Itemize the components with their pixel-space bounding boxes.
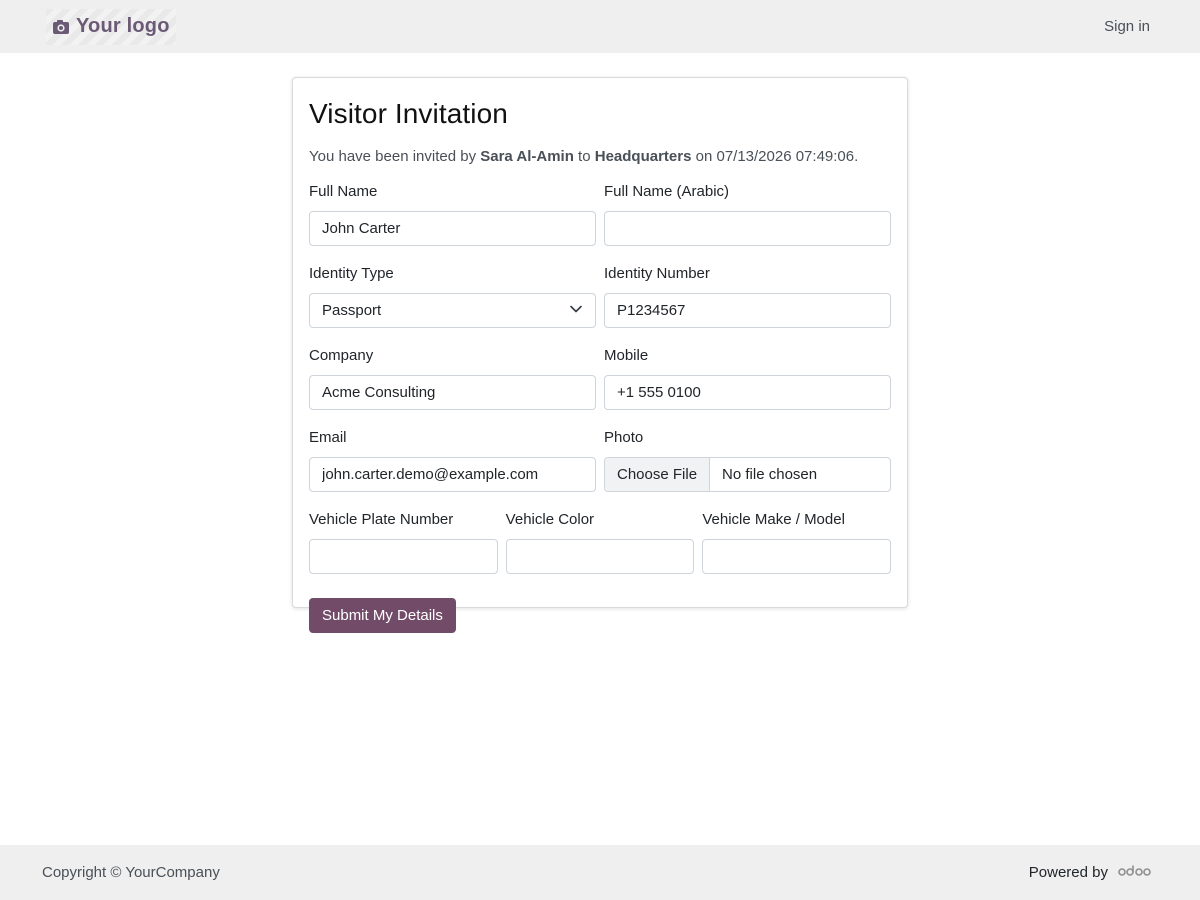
photo-label: Photo (604, 429, 644, 446)
identity-type-value: Passport (322, 302, 382, 319)
file-status: No file chosen (722, 466, 818, 483)
mobile-label: Mobile (604, 347, 649, 364)
company-label: Company (309, 347, 374, 364)
sign-in-link[interactable]: Sign in (1104, 18, 1150, 35)
chevron-down-icon (569, 302, 583, 320)
form-row-identity: Identity Type Passport Identity Number (309, 265, 891, 328)
logo-text: Your logo (76, 15, 170, 37)
vehicle-plate-group: Vehicle Plate Number (309, 511, 498, 574)
full-name-arabic-group: Full Name (Arabic) (604, 183, 891, 246)
invitation-intro: You have been invited by Sara Al-Amin to… (309, 148, 891, 165)
copyright-text: Copyright © YourCompany (42, 864, 220, 881)
photo-file-input[interactable]: Choose File No file chosen (604, 457, 891, 492)
identity-number-group: Identity Number (604, 265, 891, 328)
email-label: Email (309, 429, 347, 446)
full-name-arabic-input[interactable] (604, 211, 891, 246)
identity-number-label: Identity Number (604, 265, 710, 282)
photo-group: Photo Choose File No file chosen (604, 429, 891, 492)
email-input[interactable] (309, 457, 596, 492)
vehicle-plate-label: Vehicle Plate Number (309, 511, 454, 528)
full-name-group: Full Name (309, 183, 596, 246)
identity-type-select[interactable]: Passport (309, 293, 596, 328)
vehicle-plate-input[interactable] (309, 539, 498, 574)
form-row-contact: Company Mobile (309, 347, 891, 410)
identity-type-group: Identity Type Passport (309, 265, 596, 328)
email-group: Email (309, 429, 596, 492)
intro-suffix: on 07/13/2026 07:49:06. (691, 148, 859, 165)
inviter-name: Sara Al-Amin (480, 148, 574, 165)
top-navbar: Your logo Sign in (0, 0, 1200, 53)
visitor-invitation-card: Visitor Invitation You have been invited… (292, 77, 908, 633)
odoo-logo[interactable] (1118, 864, 1152, 882)
company-input[interactable] (309, 375, 596, 410)
vehicle-color-label: Vehicle Color (505, 511, 595, 528)
form-row-email-photo: Email Photo Choose File No file chosen (309, 429, 891, 492)
company-group: Company (309, 347, 596, 410)
vehicle-color-input[interactable] (505, 539, 695, 574)
form-row-names: Full Name Full Name (Arabic) (309, 183, 891, 246)
brand-logo[interactable]: Your logo (46, 8, 176, 45)
intro-prefix: You have been invited by (309, 148, 481, 165)
full-name-input[interactable] (309, 211, 596, 246)
vehicle-make-input[interactable] (702, 539, 892, 574)
footer: Copyright © YourCompany Powered by (0, 845, 1200, 900)
choose-file-button[interactable]: Choose File (605, 458, 711, 491)
full-name-label: Full Name (309, 183, 378, 200)
full-name-arabic-label: Full Name (Arabic) (604, 183, 730, 200)
page-title: Visitor Invitation (309, 98, 508, 129)
intro-mid: to (573, 148, 595, 165)
vehicle-make-group: Vehicle Make / Model (702, 511, 892, 574)
powered-by-label: Powered by (1028, 864, 1108, 881)
identity-number-input[interactable] (604, 293, 891, 328)
submit-details-button[interactable]: Submit My Details (309, 598, 456, 633)
mobile-group: Mobile (604, 347, 891, 410)
identity-type-label: Identity Type (309, 265, 394, 282)
form-row-vehicle: Vehicle Plate Number Vehicle Color Vehic… (309, 511, 892, 574)
powered-by: Powered by (1029, 864, 1152, 882)
mobile-input[interactable] (604, 375, 891, 410)
vehicle-color-group: Vehicle Color (505, 511, 695, 574)
location-name: Headquarters (594, 148, 692, 165)
camera-icon (52, 19, 70, 35)
vehicle-make-label: Vehicle Make / Model (702, 511, 845, 528)
